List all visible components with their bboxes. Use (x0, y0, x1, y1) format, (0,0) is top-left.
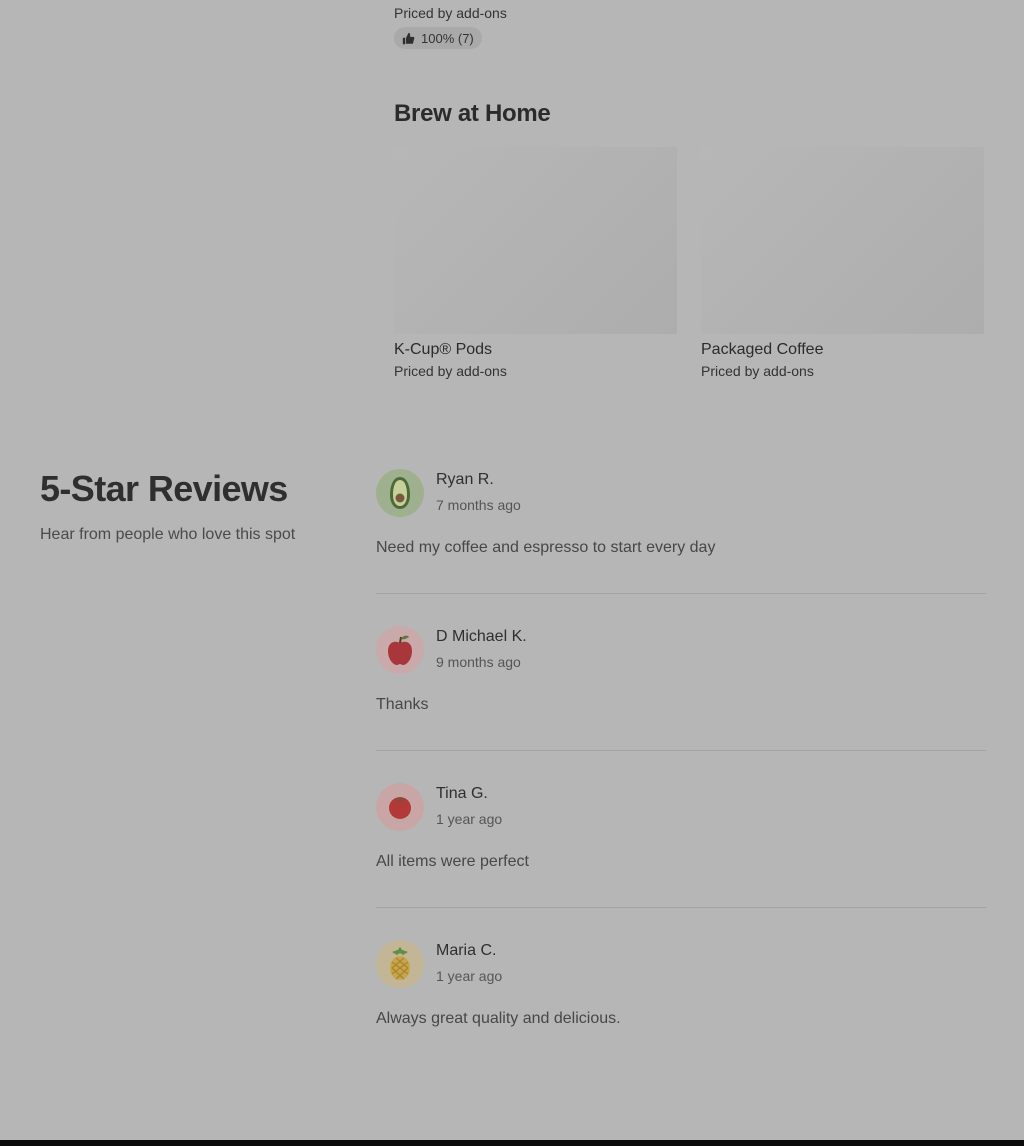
review-text: Always great quality and delicious. (376, 1010, 621, 1027)
tomato-icon (389, 797, 411, 819)
divider (376, 907, 986, 908)
avocado-icon (390, 477, 410, 509)
section-title-brew-at-home: Brew at Home (394, 100, 551, 127)
product-name: K-Cup® Pods (394, 341, 493, 358)
reviews-title: 5-Star Reviews (40, 468, 288, 509)
rating-text: 100% (7) (421, 30, 474, 46)
reviewer-avatar (376, 469, 424, 517)
reviews-subtitle: Hear from people who love this spot (40, 526, 296, 543)
footer-edge (0, 1140, 1024, 1146)
review-text: Thanks (376, 696, 429, 713)
review-text: Need my coffee and espresso to start eve… (376, 539, 716, 556)
product-card-packaged-coffee[interactable]: Packaged Coffee Priced by add-ons (701, 147, 984, 380)
rating-badge: 100% (7) (394, 27, 482, 49)
reviewer-name: Tina G. (436, 785, 488, 802)
divider (376, 750, 986, 751)
reviewer-avatar (376, 626, 424, 674)
product-card-k-cup-pods[interactable]: K-Cup® Pods Priced by add-ons (394, 147, 677, 380)
reviewer-name: Ryan R. (436, 471, 494, 488)
review-time: 7 months ago (436, 497, 521, 513)
review-time: 1 year ago (436, 811, 503, 827)
review-time: 9 months ago (436, 654, 521, 670)
review-time: 1 year ago (436, 968, 503, 984)
reviewer-name: Maria C. (436, 942, 497, 959)
product-image[interactable] (394, 147, 677, 334)
product-price: Priced by add-ons (394, 363, 507, 379)
reviewer-avatar (376, 940, 424, 988)
review-text: All items were perfect (376, 853, 529, 870)
previous-item-price: Priced by add-ons (394, 5, 507, 21)
product-image[interactable] (701, 147, 984, 334)
product-price: Priced by add-ons (701, 363, 814, 379)
product-name: Packaged Coffee (701, 341, 824, 358)
divider (376, 593, 986, 594)
reviewer-avatar (376, 783, 424, 831)
pineapple-icon (390, 947, 410, 980)
reviewer-name: D Michael K. (436, 628, 527, 645)
thumbs-up-icon (402, 32, 415, 44)
apple-icon (388, 635, 412, 665)
